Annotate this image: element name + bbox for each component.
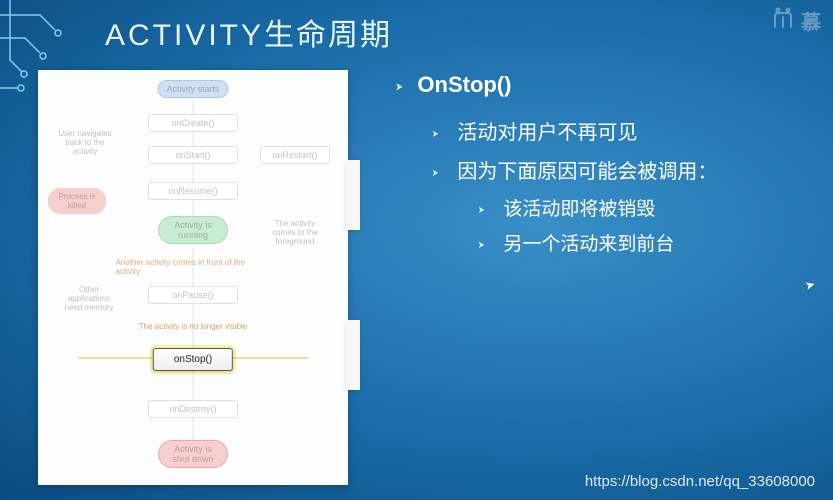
point-destroyed: 该活动即将被销毁 [477,194,813,221]
node-activity-starts: Activity starts [157,80,228,98]
node-ondestroy: onDestroy() [148,400,238,418]
node-onstop-highlighted: onStop() [153,348,233,371]
label-another-activity: Another activity comes in front of the a… [116,258,271,276]
lifecycle-diagram-panel: Activity starts onCreate() User navigate… [38,70,348,485]
node-process-killed: Process is killed [48,188,106,214]
point-another-foreground: 另一个活动来到前台 [477,229,813,256]
node-oncreate: onCreate() [148,114,238,132]
heading-onstop: OnStop() [395,72,813,98]
watermark-url: https://blog.csdn.net/qq_33608000 [585,473,815,490]
node-onrestart: onRestart() [260,146,330,164]
node-onresume: onResume() [148,182,238,200]
label-no-longer-visible: The activity is no longer visible [139,322,248,331]
label-nav-back: User navigates back to the activity [50,126,120,159]
logo-text: 慕 [801,6,821,35]
node-shutdown: Activity is shut down [158,440,228,468]
mouse-cursor-icon: ➤ [803,277,816,293]
node-running: Activity is running [158,216,228,244]
point-reasons: 因为下面原因可能会被调用： [431,155,813,184]
title-english: ACTIVITY [105,19,264,52]
title-chinese: 生命周期 [264,19,392,52]
lifecycle-diagram: Activity starts onCreate() User navigate… [38,70,348,485]
content-area: OnStop() 活动对用户不再可见 因为下面原因可能会被调用： 该活动即将被销… [395,72,813,264]
brand-logo: 慕 [771,6,821,35]
point-not-visible: 活动对用户不再可见 [431,116,813,145]
label-need-memory: Other applications need memory [50,282,128,315]
node-onpause: onPause() [148,286,238,304]
logo-icon [771,7,795,35]
node-onstart: onStart() [148,146,238,164]
slide-title: ACTIVITY生命周期 [105,10,392,54]
label-comes-foreground: The activity comes to the foreground [256,216,334,249]
slide: ACTIVITY生命周期 慕 Activity starts onCreate(… [0,0,833,500]
